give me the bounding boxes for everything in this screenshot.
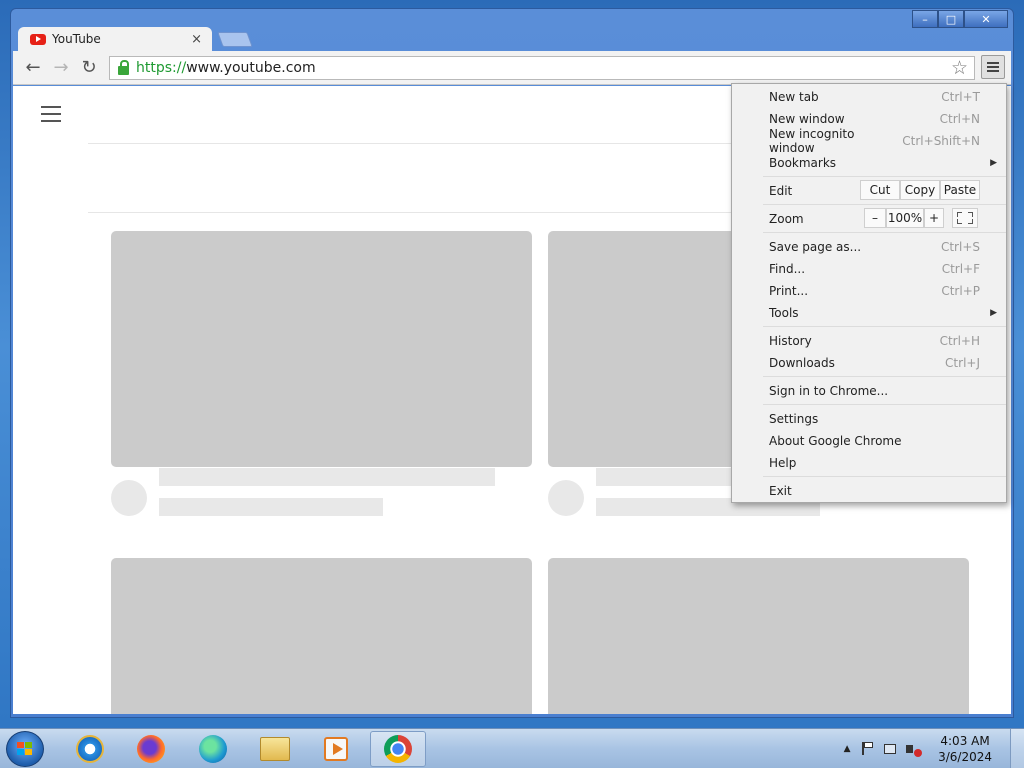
taskbar-file-explorer[interactable] [247, 731, 303, 767]
tab-close-icon[interactable]: × [191, 32, 202, 47]
paste-button[interactable]: Paste [940, 180, 980, 200]
hamburger-icon[interactable] [41, 106, 61, 127]
new-tab-button[interactable] [217, 32, 253, 47]
menu-item-save-page[interactable]: Save page as... Ctrl+S [732, 236, 1006, 258]
lock-icon [118, 59, 129, 75]
taskbar-internet-explorer[interactable] [62, 731, 118, 767]
meta-placeholder [159, 498, 383, 516]
menu-separator [763, 176, 1006, 177]
menu-separator [763, 376, 1006, 377]
submenu-arrow-icon: ▶ [990, 308, 997, 318]
taskbar-chrome[interactable] [370, 731, 426, 767]
chrome-window: – □ ✕ YouTube × ← → ↻ https://www.youtub… [0, 0, 1024, 728]
chrome-icon [384, 735, 412, 763]
channel-avatar-placeholder [111, 480, 147, 516]
chrome-menu: New tab Ctrl+T New window Ctrl+N New incog… [731, 83, 1007, 503]
menu-item-sign-in[interactable]: Sign in to Chrome... [732, 380, 1006, 402]
video-thumbnail-placeholder[interactable] [548, 558, 969, 714]
maximize-button[interactable]: □ [938, 10, 964, 28]
show-hidden-icons-arrow-icon[interactable]: ▲ [840, 742, 854, 756]
address-bar[interactable]: https://www.youtube.com ☆ [109, 56, 975, 80]
window-controls: – □ ✕ [912, 10, 1008, 28]
show-desktop-button[interactable] [1010, 729, 1024, 768]
menu-item-new-incognito-window[interactable]: New incognito window Ctrl+Shift+N [732, 127, 1006, 155]
system-tray: ▲ 4:03 AM 3/6/2024 [836, 729, 1024, 768]
start-button[interactable] [6, 731, 44, 767]
copy-button[interactable]: Copy [900, 180, 940, 200]
menu-item-exit[interactable]: Exit [732, 480, 1006, 502]
menu-item-history[interactable]: History Ctrl+H [732, 330, 1006, 352]
menu-item-find[interactable]: Find... Ctrl+F [732, 258, 1006, 280]
browser-toolbar: ← → ↻ https://www.youtube.com ☆ [13, 51, 1011, 85]
tab-title: YouTube [52, 32, 101, 46]
menu-item-tools[interactable]: Tools ▶ [732, 302, 1006, 324]
taskbar-media-player[interactable] [308, 731, 364, 767]
menu-separator [763, 326, 1006, 327]
url-host: www.youtube.com [186, 60, 316, 76]
internet-explorer-icon [76, 735, 104, 763]
zoom-in-button[interactable]: + [924, 208, 944, 228]
reload-button[interactable]: ↻ [77, 57, 101, 78]
clock-date: 3/6/2024 [938, 750, 992, 764]
close-window-button[interactable]: ✕ [964, 10, 1008, 28]
network-icon[interactable] [884, 742, 898, 756]
clock[interactable]: 4:03 AM 3/6/2024 [938, 733, 992, 765]
zoom-out-button[interactable]: – [864, 208, 886, 228]
edge-icon [199, 735, 227, 763]
back-button[interactable]: ← [21, 57, 45, 78]
bookmark-star-icon[interactable]: ☆ [951, 57, 968, 79]
channel-avatar-placeholder [548, 480, 584, 516]
firefox-icon [137, 735, 165, 763]
menu-item-settings[interactable]: Settings [732, 408, 1006, 430]
youtube-favicon-icon [30, 33, 46, 45]
submenu-arrow-icon: ▶ [990, 158, 997, 168]
title-placeholder [159, 468, 495, 486]
menu-separator [763, 476, 1006, 477]
menu-item-about[interactable]: About Google Chrome [732, 430, 1006, 452]
clock-time: 4:03 AM [940, 734, 990, 748]
menu-item-downloads[interactable]: Downloads Ctrl+J [732, 352, 1006, 374]
video-thumbnail-placeholder[interactable] [111, 558, 532, 714]
menu-separator [763, 204, 1006, 205]
menu-item-new-tab[interactable]: New tab Ctrl+T [732, 86, 1006, 108]
media-player-icon [324, 737, 348, 761]
fullscreen-icon[interactable] [952, 208, 978, 228]
menu-separator [763, 232, 1006, 233]
taskbar-edge[interactable] [185, 731, 241, 767]
taskbar-firefox[interactable] [123, 731, 179, 767]
zoom-level: 100% [886, 208, 924, 228]
chrome-menu-button[interactable] [981, 55, 1005, 79]
action-center-flag-icon[interactable] [862, 742, 876, 756]
forward-button[interactable]: → [49, 57, 73, 78]
windows-logo-icon [17, 742, 33, 756]
volume-muted-icon[interactable] [906, 742, 923, 757]
taskbar: ▲ 4:03 AM 3/6/2024 [0, 728, 1024, 768]
menu-item-print[interactable]: Print... Ctrl+P [732, 280, 1006, 302]
video-thumbnail-placeholder[interactable] [111, 231, 532, 467]
tab-youtube[interactable]: YouTube × [18, 27, 212, 51]
menu-item-bookmarks[interactable]: Bookmarks ▶ [732, 152, 1006, 174]
url-scheme: https:// [136, 60, 187, 76]
menu-item-help[interactable]: Help [732, 452, 1006, 474]
cut-button[interactable]: Cut [860, 180, 900, 200]
folder-icon [260, 737, 290, 761]
menu-separator [763, 404, 1006, 405]
minimize-button[interactable]: – [912, 10, 938, 28]
